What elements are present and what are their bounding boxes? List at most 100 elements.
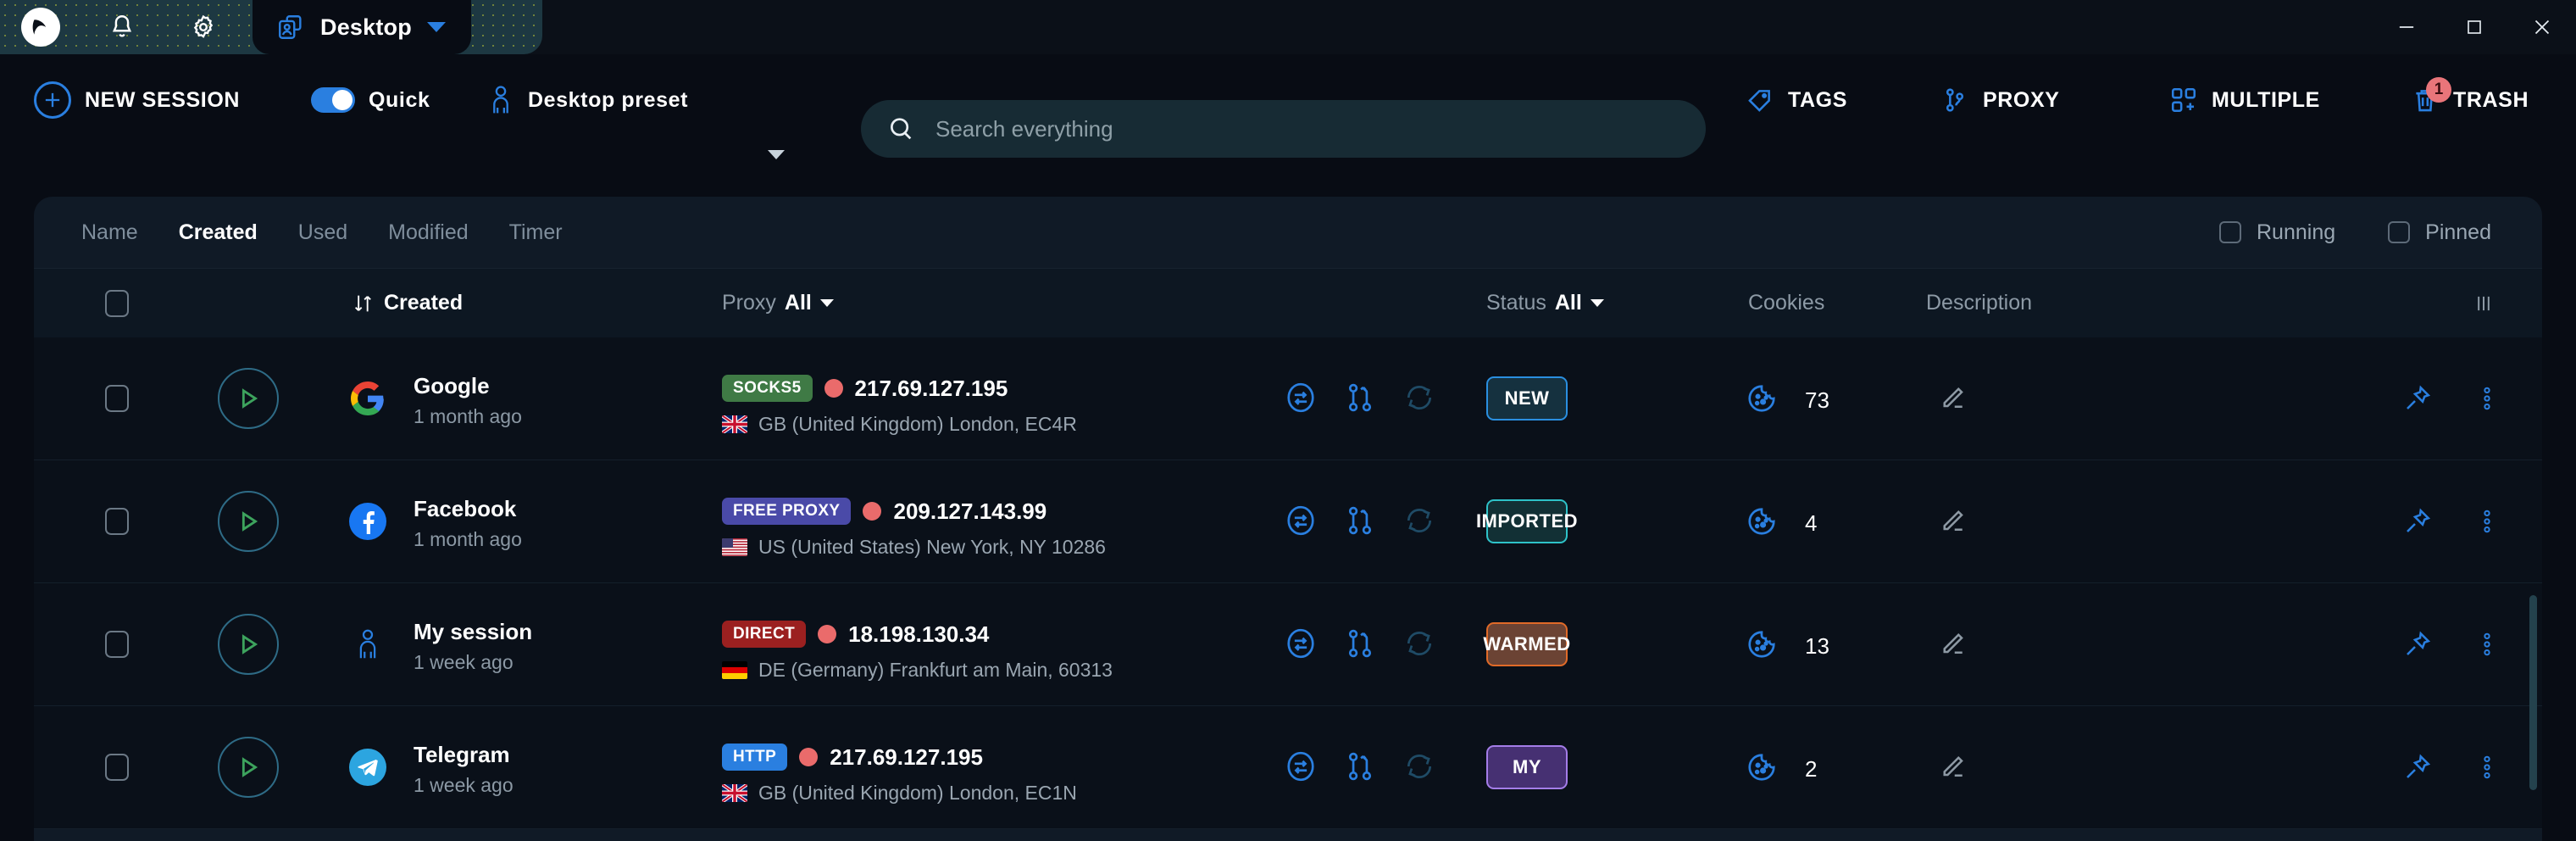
refresh-icon[interactable] [1403,627,1435,660]
pencil-icon[interactable] [1936,629,1967,660]
status-badge[interactable]: IMPORTED [1476,499,1578,543]
sort-tab-created[interactable]: Created [179,220,258,245]
select-all-checkbox[interactable] [105,289,129,317]
pin-icon[interactable] [2402,506,2433,537]
transfer-circle-icon[interactable] [1285,750,1317,783]
transfer-circle-icon[interactable] [1285,627,1317,660]
launch-session-button[interactable] [218,491,279,552]
refresh-icon[interactable] [1403,504,1435,537]
row-select-checkbox[interactable] [105,631,129,658]
branch-icon[interactable] [1344,504,1376,537]
cookie-icon[interactable] [1746,751,1778,783]
proxy-info-top[interactable]: FREE PROXY 209.127.143.99 [722,498,1046,525]
pencil-icon[interactable] [1936,506,1967,537]
search-input[interactable]: Search everything [861,100,1706,158]
minimize-button[interactable] [2373,0,2440,54]
launch-session-button[interactable] [218,737,279,798]
status-badge[interactable]: NEW [1486,376,1568,420]
app-logo-button[interactable] [0,0,81,54]
session-avatar [349,380,386,417]
tags-button[interactable]: TAGS [1746,86,1847,114]
proxy-location-text: US (United States) New York, NY 10286 [758,536,1106,558]
search-placeholder: Search everything [935,115,1113,142]
quick-toggle[interactable]: Quick [311,87,430,113]
branch-icon[interactable] [1344,382,1376,414]
column-created[interactable]: Created [352,291,463,315]
cookie-icon[interactable] [1746,382,1778,415]
chevron-down-icon[interactable] [1590,299,1604,307]
branch-icon[interactable] [1344,750,1376,783]
settings-button[interactable] [163,0,244,54]
pin-icon[interactable] [2402,752,2433,783]
status-badge[interactable]: MY [1486,745,1568,789]
proxy-info-top[interactable]: SOCKS5 217.69.127.195 [722,375,1008,402]
refresh-icon[interactable] [1403,750,1435,783]
table-row[interactable]: Facebook 1 month ago FREE PROXY 209.127.… [34,460,2542,583]
proxy-info-top[interactable]: DIRECT 18.198.130.34 [722,621,989,648]
country-flag-icon [722,538,747,556]
row-select-checkbox[interactable] [105,508,129,535]
proxy-button[interactable]: PROXY [1940,86,2060,114]
filter-running[interactable]: Running [2219,220,2335,245]
more-vertical-icon[interactable] [2474,752,2500,783]
pencil-icon[interactable] [1936,752,1967,783]
notifications-button[interactable] [81,0,163,54]
table-row[interactable]: Google 1 month ago SOCKS5 217.69.127.195… [34,337,2542,460]
window-tab-desktop[interactable]: Desktop [253,0,471,54]
maximize-button[interactable] [2440,0,2508,54]
row-select-checkbox[interactable] [105,385,129,412]
sort-tab-name[interactable]: Name [81,220,138,245]
country-flag-icon [722,784,747,802]
refresh-icon[interactable] [1403,382,1435,414]
country-flag-icon [722,661,747,679]
more-vertical-icon[interactable] [2474,629,2500,660]
pin-icon[interactable] [2402,629,2433,660]
table-row[interactable]: Telegram 1 week ago HTTP 217.69.127.195 … [34,706,2542,829]
proxy-status-dot [818,625,837,643]
status-badge[interactable]: WARMED [1483,622,1570,666]
proxy-status-dot [863,502,882,521]
multiple-button[interactable]: MULTIPLE [2169,86,2320,114]
session-date: 1 week ago [414,651,514,673]
title-bar: Desktop [0,0,2576,54]
table-row[interactable]: My session 1 week ago DIRECT 18.198.130.… [34,583,2542,706]
quick-toggle-switch[interactable] [311,87,355,113]
column-proxy[interactable]: Proxy All [722,291,834,315]
chevron-down-icon[interactable] [819,299,834,307]
column-description[interactable]: Description [1926,291,2032,315]
session-avatar [349,749,386,786]
preset-selector[interactable]: Desktop preset [487,85,688,115]
pencil-icon[interactable] [1936,383,1967,414]
cookie-icon[interactable] [1746,505,1778,537]
column-proxy-label: Proxy [722,291,776,315]
chevron-down-icon[interactable] [426,22,446,32]
preset-dropdown-caret[interactable] [768,109,785,200]
cookie-icon[interactable] [1746,628,1778,660]
column-cookies[interactable]: Cookies [1748,291,1824,315]
more-vertical-icon[interactable] [2474,506,2500,537]
trash-button[interactable]: 1 TRASH [2411,77,2529,114]
sort-tab-modified[interactable]: Modified [388,220,469,245]
column-settings-button[interactable] [2472,292,2496,315]
pin-icon[interactable] [2402,383,2433,414]
proxy-location: GB (United Kingdom) London, EC4R [722,413,1077,436]
pinned-checkbox[interactable] [2388,221,2411,243]
proxy-info-top[interactable]: HTTP 217.69.127.195 [722,744,983,771]
close-button[interactable] [2508,0,2576,54]
launch-session-button[interactable] [218,368,279,429]
proxy-ip: 217.69.127.195 [830,744,983,770]
column-status[interactable]: Status All [1486,291,1604,315]
sort-tab-timer[interactable]: Timer [509,220,563,245]
transfer-circle-icon[interactable] [1285,504,1317,537]
branch-icon[interactable] [1344,627,1376,660]
transfer-circle-icon[interactable] [1285,382,1317,414]
new-session-button[interactable]: NEW SESSION [34,81,240,119]
running-checkbox[interactable] [2219,221,2241,243]
launch-session-button[interactable] [218,614,279,675]
more-vertical-icon[interactable] [2474,383,2500,414]
filter-pinned[interactable]: Pinned [2388,220,2491,245]
sort-tab-used[interactable]: Used [298,220,347,245]
maximize-icon [2468,20,2481,34]
row-select-checkbox[interactable] [105,754,129,781]
vertical-scrollbar[interactable] [2529,595,2537,790]
